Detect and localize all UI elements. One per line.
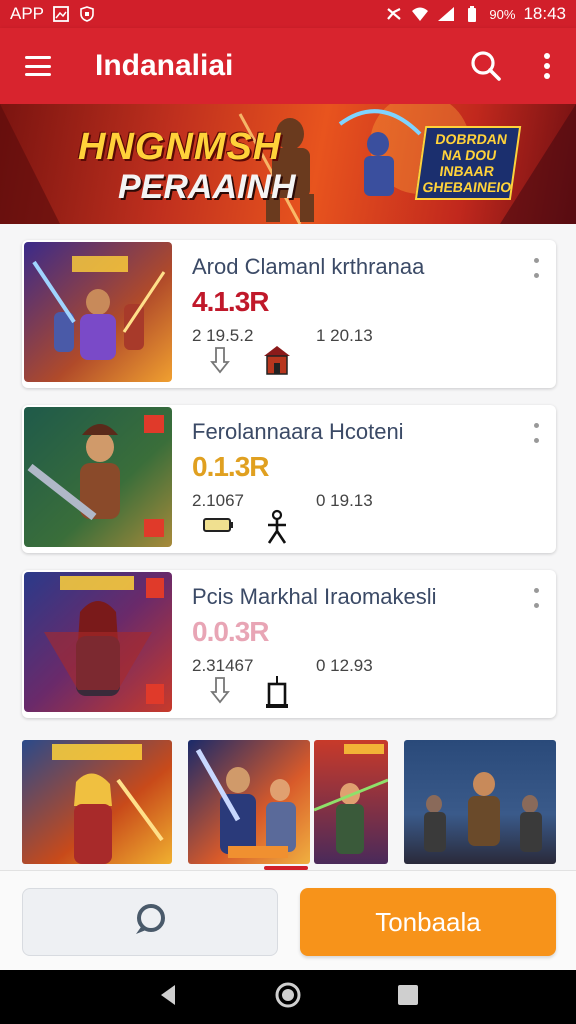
battery-icon [463, 5, 481, 23]
gallery-notification-icon [52, 5, 70, 23]
list-item[interactable]: Pcis Markhal Iraomakesli 0.0.3R 2.31467 … [22, 570, 556, 718]
gallery-image[interactable] [188, 740, 310, 864]
game-meta-primary: 2.1067 [192, 491, 244, 510]
game-thumbnail [24, 242, 172, 382]
game-thumbnail [24, 407, 172, 547]
more-vert-icon[interactable] [534, 423, 540, 443]
game-meta-secondary: 0 19.13 [316, 491, 373, 510]
list-item[interactable]: Ferolannaara Hcoteni 0.1.3R 2.1067 0 19.… [22, 405, 556, 553]
game-meta-primary: 2.31467 [192, 656, 254, 675]
gallery-image[interactable] [22, 740, 172, 864]
game-title: Ferolannaara Hcoteni [192, 419, 404, 444]
promo-banner[interactable]: HNGNMSH PERAAINH DOBRDAN NA DOU INBAAR G… [0, 104, 576, 224]
game-title: Pcis Markhal Iraomakesli [192, 584, 437, 609]
game-list: Arod Clamanl krthranaa 4.1.3R 2 19.5.2 1… [0, 224, 576, 870]
game-meta-secondary: 1 20.13 [316, 326, 373, 345]
game-meta-primary: 2 19.5.2 [192, 326, 254, 345]
signal-icon [437, 5, 455, 23]
game-meta-secondary: 0 12.93 [316, 656, 373, 675]
wifi-icon [411, 5, 429, 23]
bottom-action-bar: Tonbaala [0, 870, 576, 970]
back-icon[interactable] [157, 983, 179, 1012]
app-bar: Indanaliai [0, 28, 576, 104]
chat-button[interactable] [22, 888, 278, 956]
battery-level: 90% [489, 6, 516, 22]
more-vert-icon[interactable] [534, 258, 540, 278]
game-rating: 4.1.3R [192, 286, 269, 317]
shop-stat-icon [262, 344, 292, 378]
more-vert-icon[interactable] [534, 588, 540, 608]
recents-icon[interactable] [397, 984, 419, 1011]
banner-subtitle: PERAAINH [118, 168, 296, 206]
primary-action-button[interactable]: Tonbaala [300, 888, 556, 956]
download-stat-icon [208, 674, 238, 708]
banner-title: HNGNMSH [78, 126, 282, 168]
screenshot-gallery[interactable] [22, 740, 562, 870]
banner-tag: DOBRDAN NA DOU INBAAR GHEBAINEIO [414, 126, 522, 201]
more-vert-icon[interactable] [542, 48, 552, 84]
mute-icon [385, 5, 403, 23]
chat-icon [133, 903, 167, 942]
app-title: Indanaliai [95, 49, 234, 82]
battery-stat-icon [202, 509, 233, 543]
game-rating: 0.0.3R [192, 616, 269, 647]
game-title: Arod Clamanl krthranaa [192, 254, 425, 279]
download-stat-icon [208, 344, 238, 378]
player-stat-icon [262, 509, 292, 544]
shield-notification-icon [78, 5, 96, 23]
status-app-label: APP [10, 4, 45, 23]
menu-icon[interactable] [24, 52, 52, 80]
search-icon[interactable] [468, 48, 504, 84]
status-bar: APP 90% 18:43 [0, 0, 576, 28]
game-thumbnail [24, 572, 172, 712]
tower-stat-icon [262, 674, 292, 708]
gallery-image[interactable] [314, 740, 388, 864]
home-icon[interactable] [274, 981, 302, 1014]
list-item[interactable]: Arod Clamanl krthranaa 4.1.3R 2 19.5.2 1… [22, 240, 556, 388]
status-time: 18:43 [523, 4, 566, 23]
system-nav-bar [0, 970, 576, 1024]
gallery-image[interactable] [404, 740, 556, 864]
game-rating: 0.1.3R [192, 451, 269, 482]
